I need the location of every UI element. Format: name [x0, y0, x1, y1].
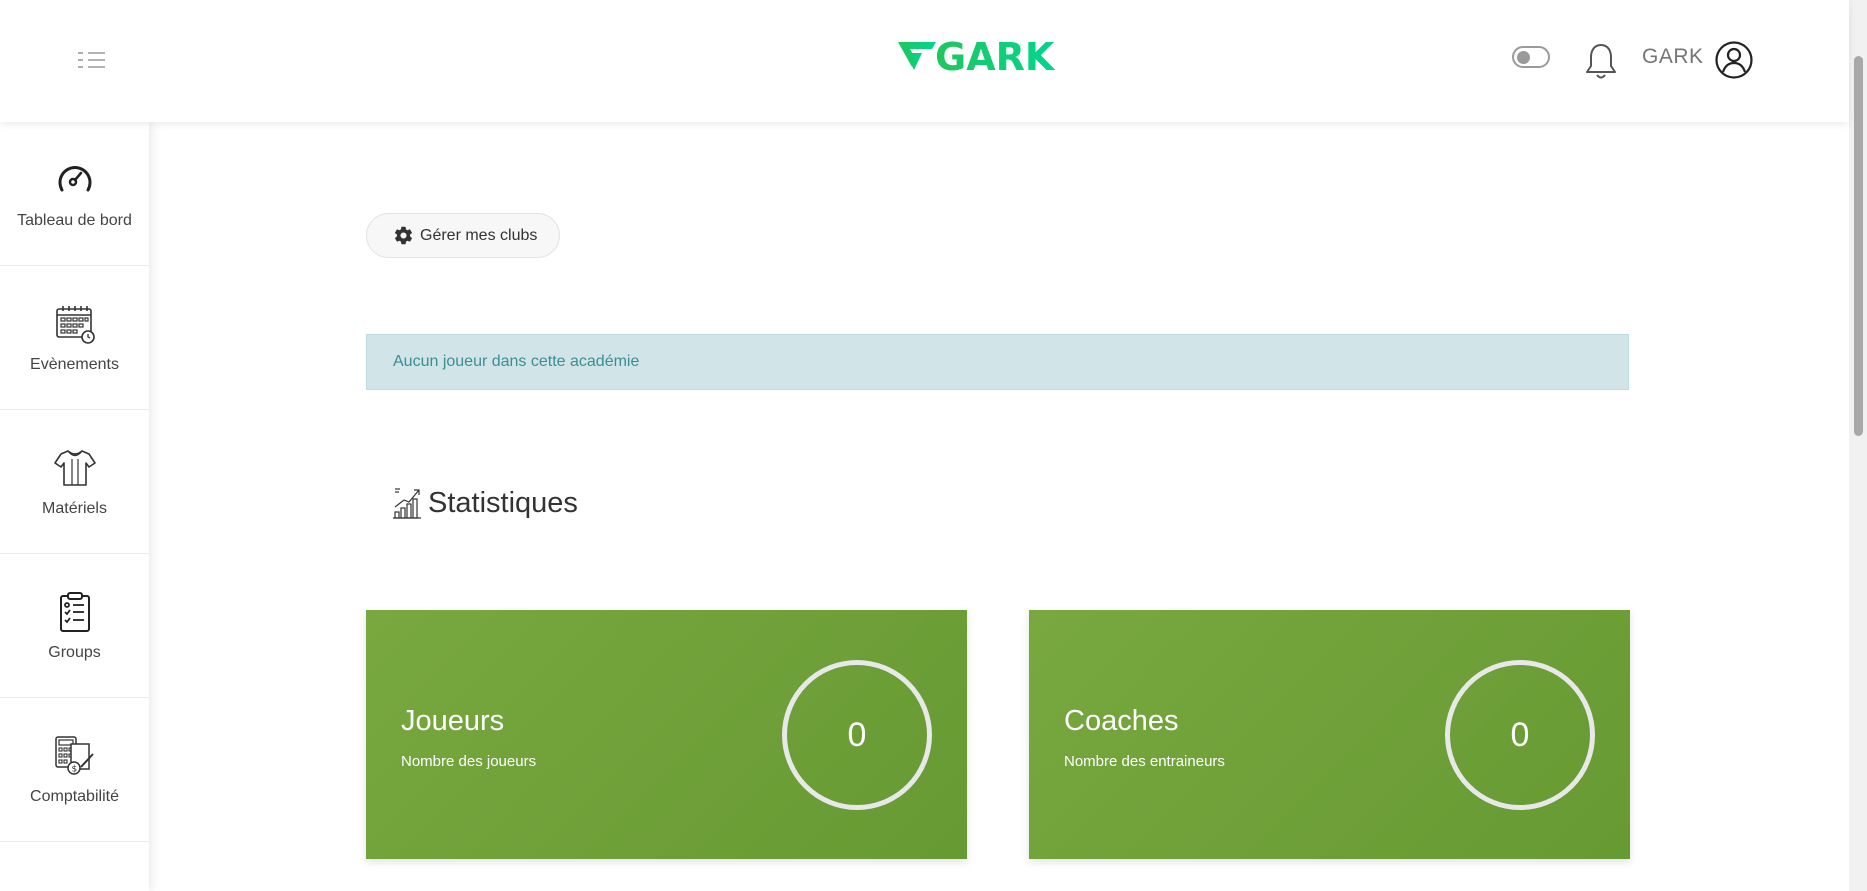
growth-chart-icon: [393, 488, 421, 519]
logo-text: GARK: [935, 36, 1056, 76]
theme-toggle[interactable]: [1512, 46, 1550, 68]
alert-text: Aucun joueur dans cette académie: [393, 353, 640, 370]
sidebar-item-label: Tableau de bord: [17, 211, 132, 229]
gark-logo[interactable]: GARK: [898, 36, 1104, 76]
sidebar-item-groups[interactable]: Groups: [0, 554, 149, 698]
players-stat-card: Joueurs Nombre des joueurs 0: [366, 610, 967, 859]
card-title: Joueurs: [401, 705, 505, 737]
vertical-scrollbar[interactable]: [1849, 0, 1867, 891]
bell-icon[interactable]: [1583, 41, 1619, 81]
sidebar: Tableau de bord Evènements Matériels Gro…: [0, 122, 149, 891]
sidebar-item-events[interactable]: Evènements: [0, 266, 149, 410]
card-subtitle: Nombre des joueurs: [401, 753, 537, 770]
sidebar-item-equipment[interactable]: Matériels: [0, 410, 149, 554]
user-avatar-icon[interactable]: [1714, 40, 1754, 80]
statistics-heading: Statistiques: [392, 486, 578, 520]
sidebar-item-label: Groups: [48, 643, 101, 661]
sidebar-item-accounting[interactable]: $ Comptabilité: [0, 698, 149, 842]
username[interactable]: GARK: [1642, 45, 1704, 69]
manage-clubs-label: Gérer mes clubs: [420, 226, 538, 244]
accounting-icon: $: [54, 735, 94, 775]
card-subtitle: Nombre des entraineurs: [1064, 753, 1225, 770]
jersey-icon: [53, 449, 96, 486]
top-header: GARK GARK: [0, 0, 1849, 122]
speedometer-icon: [58, 165, 91, 191]
card-count: 0: [1445, 660, 1595, 810]
calendar-icon: [55, 305, 95, 344]
coaches-stat-card: Coaches Nombre des entraineurs 0: [1029, 610, 1630, 859]
manage-clubs-button[interactable]: Gérer mes clubs: [366, 213, 560, 258]
sidebar-item-dashboard[interactable]: Tableau de bord: [0, 122, 149, 266]
sidebar-item-label: Comptabilité: [30, 787, 119, 805]
card-count: 0: [782, 660, 932, 810]
statistics-title: Statistiques: [428, 486, 578, 519]
scrollbar-thumb[interactable]: [1854, 56, 1863, 436]
info-alert: Aucun joueur dans cette académie: [366, 334, 1629, 390]
clipboard-list-icon: [59, 591, 90, 632]
menu-toggle-icon[interactable]: [74, 46, 110, 74]
gear-icon: [394, 226, 413, 245]
sidebar-item-label: Evènements: [30, 355, 119, 373]
svg-text:$: $: [71, 764, 77, 774]
sidebar-item-label: Matériels: [42, 499, 107, 517]
card-title: Coaches: [1064, 705, 1179, 737]
